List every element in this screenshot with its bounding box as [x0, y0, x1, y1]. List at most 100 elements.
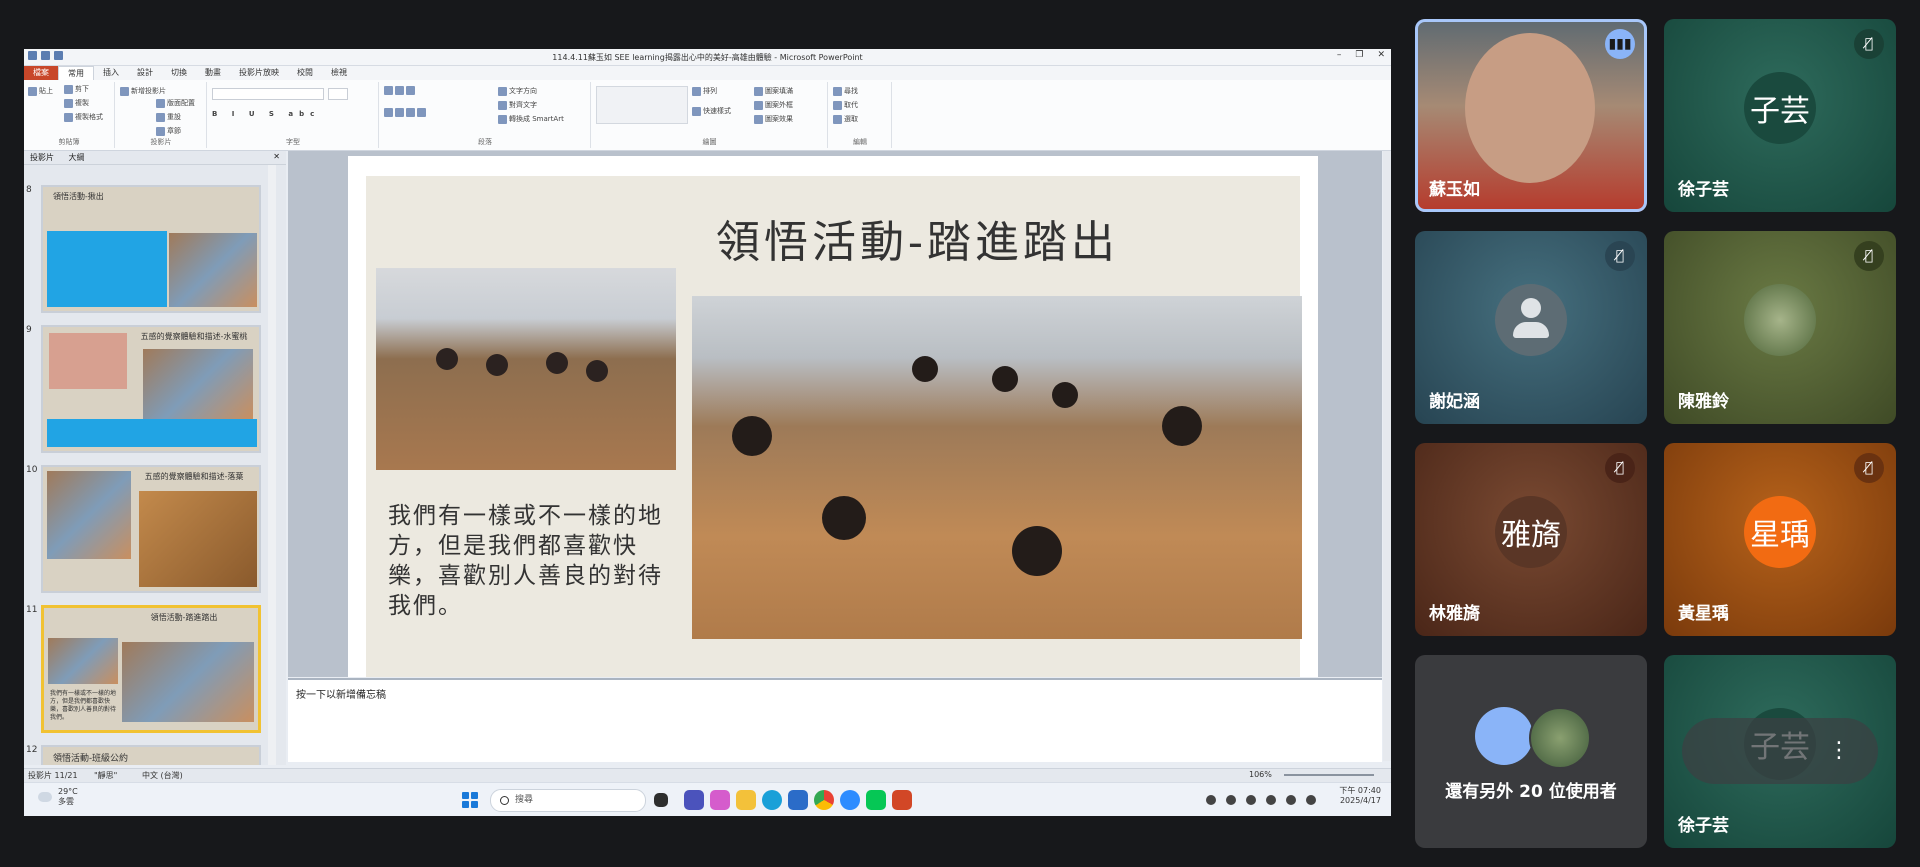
arrange-button[interactable]: 排列 — [692, 86, 717, 96]
font-family-select[interactable] — [212, 88, 324, 100]
format-painter-button[interactable]: 複製格式 — [64, 112, 103, 122]
font-style-buttons[interactable]: B I U S abc — [212, 110, 320, 118]
mute-tray-icon[interactable] — [1266, 795, 1276, 805]
powerpoint-icon[interactable] — [892, 790, 912, 810]
mic-off-icon: 🎙̸ — [1854, 241, 1884, 271]
tab-file[interactable]: 檔案 — [24, 66, 58, 80]
participant-tile[interactable]: 🎙̸ 陳雅鈴 — [1664, 231, 1896, 424]
slide-body-text[interactable]: 我們有一樣或不一樣的地方，但是我們都喜歡快樂，喜歡別人善良的對待我們。 — [388, 501, 678, 621]
zoom-slider[interactable] — [1284, 774, 1374, 776]
windows-start-icon[interactable] — [462, 792, 478, 808]
paste-button[interactable]: 貼上 — [28, 86, 53, 96]
layout-button[interactable]: 版面配置 — [156, 98, 195, 108]
thumbnails-scrollbar[interactable] — [268, 165, 276, 765]
notes-pane[interactable]: 按一下以新增備忘稿 — [288, 678, 1382, 762]
tab-insert[interactable]: 插入 — [94, 66, 128, 80]
align-buttons[interactable] — [384, 108, 428, 117]
zoom-level[interactable]: 106% — [1249, 770, 1272, 779]
list-buttons[interactable] — [384, 86, 417, 95]
zoom-tray-icon[interactable] — [1246, 795, 1256, 805]
onedrive-icon[interactable] — [1226, 795, 1236, 805]
new-slide-label: 新增投影片 — [131, 87, 166, 95]
slide-thumbnail[interactable]: 五感的覺察體驗和描述-水蜜桃 — [41, 325, 261, 453]
tab-transitions[interactable]: 切換 — [162, 66, 196, 80]
tray-clock[interactable]: 下午 07:40 2025/4/17 — [1339, 786, 1381, 806]
shape-effects-button[interactable]: 圖案效果 — [754, 114, 793, 124]
participant-tile[interactable]: 星瑀 🎙̸ 黃星瑀 — [1664, 443, 1896, 636]
task-view-icon[interactable] — [654, 793, 668, 807]
slide-title[interactable]: 領悟活動-踏進踏出 — [716, 206, 1119, 270]
reset-button[interactable]: 重設 — [156, 112, 181, 122]
current-slide[interactable]: 領悟活動-踏進踏出 我們有一樣或不一樣的地方，但是我們都喜歡快樂，喜歡別人善良的… — [348, 156, 1318, 677]
quick-styles-button[interactable]: 快速樣式 — [692, 106, 731, 116]
weather-widget[interactable]: 29°C 多雲 — [58, 787, 78, 807]
slide-thumbnail[interactable]: 領悟活動-揪出 — [41, 185, 261, 313]
minimize-icon[interactable]: – — [1337, 50, 1342, 60]
edge-icon[interactable] — [762, 790, 782, 810]
new-slide-button[interactable]: 新增投影片 — [120, 86, 166, 96]
cut-button[interactable]: 剪下 — [64, 84, 89, 94]
close-pane-icon[interactable]: ✕ — [267, 151, 286, 162]
chrome-icon[interactable] — [814, 790, 834, 810]
restore-icon[interactable]: ❐ — [1355, 50, 1363, 60]
replace-button[interactable]: 取代 — [833, 100, 858, 110]
tab-outline-pane[interactable]: 大綱 — [63, 151, 91, 164]
select-button[interactable]: 選取 — [833, 114, 858, 124]
search-icon — [500, 796, 509, 805]
pin-icon[interactable] — [1756, 728, 1802, 774]
participant-tile[interactable]: 子芸 🎙̸ 徐子芸 — [1664, 19, 1896, 212]
find-button[interactable]: 尋找 — [833, 86, 858, 96]
taskbar-search[interactable]: 搜尋 — [490, 789, 646, 812]
more-options-icon[interactable]: ⋮ — [1816, 728, 1862, 774]
volume-icon[interactable] — [1306, 795, 1316, 805]
tab-slideshow[interactable]: 投影片放映 — [230, 66, 288, 80]
font-size-select[interactable] — [328, 88, 348, 100]
slide-thumbnail[interactable]: 五感的覺察體驗和描述-落葉 — [41, 465, 261, 593]
windows-taskbar: 29°C 多雲 搜尋 下午 07:40 2025/4/17 — [24, 782, 1391, 816]
tab-view[interactable]: 檢視 — [322, 66, 356, 80]
slide-thumbnail-selected[interactable]: 領悟活動-踏進踏出 我們有一樣或不一樣的地方，但是我們都喜歡快樂，喜歡別人善良的… — [41, 605, 261, 733]
theme-name: "靜思" — [94, 771, 118, 780]
clock-time: 下午 07:40 — [1339, 786, 1381, 795]
classroom-photo-1[interactable] — [376, 268, 676, 470]
shapes-gallery[interactable] — [596, 86, 688, 124]
smartart-button[interactable]: 轉換成 SmartArt — [498, 114, 564, 124]
section-button[interactable]: 章節 — [156, 126, 181, 136]
select-label: 選取 — [844, 115, 858, 123]
frame-icon[interactable] — [1696, 728, 1742, 774]
align-text-button[interactable]: 對齊文字 — [498, 100, 537, 110]
text-direction-button[interactable]: 文字方向 — [498, 86, 537, 96]
file-explorer-icon[interactable] — [736, 790, 756, 810]
copy-button[interactable]: 複製 — [64, 98, 89, 108]
tab-animations[interactable]: 動畫 — [196, 66, 230, 80]
others-tile[interactable]: 還有另外 20 位使用者 — [1415, 655, 1647, 848]
layout-icon — [156, 98, 165, 108]
classroom-photo-2[interactable] — [692, 296, 1302, 639]
child-figure — [912, 356, 938, 382]
network-icon[interactable] — [1286, 795, 1296, 805]
child-figure — [486, 354, 508, 376]
tab-slides-pane[interactable]: 投影片 — [24, 151, 60, 164]
shape-outline-button[interactable]: 圖案外框 — [754, 100, 793, 110]
participant-tile[interactable]: 🎙̸ 謝妃涵 — [1415, 231, 1647, 424]
slide-thumbnail[interactable]: 領悟活動-班級公約 — [41, 745, 261, 765]
tab-home[interactable]: 常用 — [58, 65, 94, 81]
ribbon-tabs: 檔案 常用 插入 設計 切換 動畫 投影片放映 校閱 檢視 — [24, 65, 1391, 81]
tab-design[interactable]: 設計 — [128, 66, 162, 80]
participant-tile[interactable]: 雅旖 🎙̸ 林雅旖 — [1415, 443, 1647, 636]
store-icon[interactable] — [788, 790, 808, 810]
quick-styles-label: 快速樣式 — [703, 107, 731, 115]
language[interactable]: 中文 (台灣) — [142, 770, 183, 781]
smartart-label: 轉換成 SmartArt — [509, 115, 564, 123]
editor-scrollbar[interactable] — [1383, 151, 1391, 761]
participant-tile-speaking[interactable]: ▮▮▮ 蘇玉如 — [1415, 19, 1647, 212]
copilot-icon[interactable] — [710, 790, 730, 810]
teams-icon[interactable] — [684, 790, 704, 810]
close-icon[interactable]: ✕ — [1377, 50, 1385, 60]
participant-name: 蘇玉如 — [1429, 180, 1480, 200]
shape-fill-button[interactable]: 圖案填滿 — [754, 86, 793, 96]
tab-review[interactable]: 校閱 — [288, 66, 322, 80]
zoom-app-icon[interactable] — [840, 790, 860, 810]
tray-chevron-icon[interactable] — [1206, 795, 1216, 805]
line-icon[interactable] — [866, 790, 886, 810]
